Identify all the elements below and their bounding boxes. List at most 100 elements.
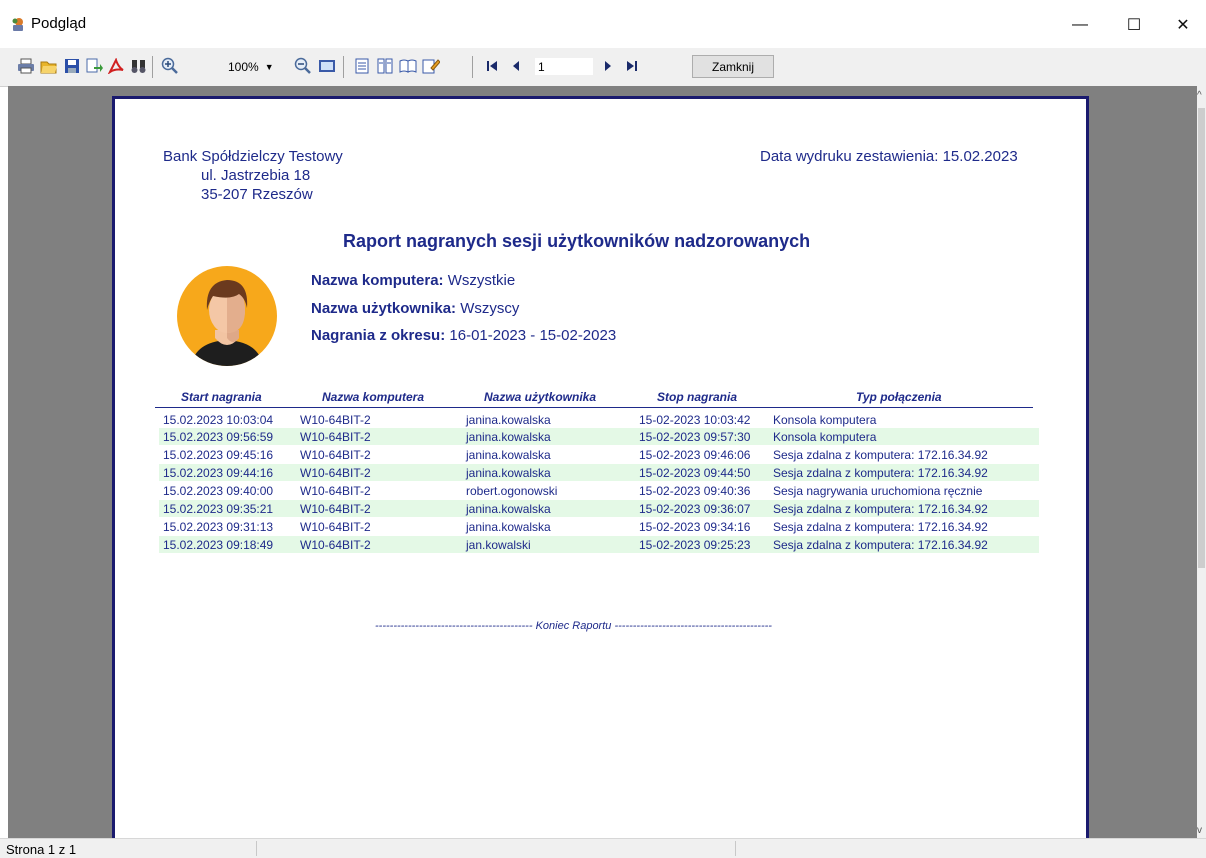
cell-stop: 15-02-2023 09:34:16	[639, 520, 751, 534]
zoom-in-icon[interactable]	[160, 56, 180, 76]
minimize-button[interactable]: —	[1057, 10, 1103, 40]
pdf-icon[interactable]	[106, 56, 126, 76]
cell-type: Sesja zdalna z komputera: 172.16.34.92	[773, 502, 988, 516]
table-row: 15.02.2023 09:35:21 W10-64BIT-2 janina.k…	[159, 500, 1039, 517]
table-row: 15.02.2023 09:31:13 W10-64BIT-2 janina.k…	[159, 518, 1039, 535]
computer-filter: Nazwa komputera: Wszystkie	[311, 272, 515, 289]
cell-type: Sesja zdalna z komputera: 172.16.34.92	[773, 538, 988, 552]
period-value: 16-01-2023 - 15-02-2023	[449, 327, 617, 344]
zoom-select[interactable]: 100% ▼	[228, 58, 286, 76]
table-row: 15.02.2023 09:40:00 W10-64BIT-2 robert.o…	[159, 482, 1039, 499]
close-window-button[interactable]: ✕	[1160, 10, 1206, 40]
user-filter: Nazwa użytkownika: Wszyscy	[311, 300, 519, 317]
table-row: 15.02.2023 09:18:49 W10-64BIT-2 jan.kowa…	[159, 536, 1039, 553]
print-icon[interactable]	[16, 56, 36, 76]
user-value: Wszyscy	[460, 300, 520, 317]
book-view-icon[interactable]	[398, 56, 418, 76]
cell-user: robert.ogonowski	[466, 484, 558, 498]
save-icon[interactable]	[62, 56, 82, 76]
window-title: Podgląd	[31, 15, 87, 32]
table-row: 15.02.2023 09:56:59 W10-64BIT-2 janina.k…	[159, 428, 1039, 445]
first-page-icon[interactable]	[482, 56, 502, 76]
user-label: Nazwa użytkownika:	[311, 300, 457, 317]
cell-start: 15.02.2023 09:40:00	[163, 484, 274, 498]
bank-name: Bank Spółdzielczy Testowy	[163, 148, 343, 165]
toolbar-separator	[343, 56, 344, 78]
end-of-report: ----------------------------------------…	[375, 620, 772, 632]
column-header-computer: Nazwa komputera	[322, 390, 425, 404]
edit-icon[interactable]	[421, 56, 441, 76]
header-divider	[155, 407, 1033, 408]
cell-type: Konsola komputera	[773, 430, 877, 444]
zoom-value: 100%	[228, 60, 259, 74]
cell-user: jan.kowalski	[466, 538, 531, 552]
cell-user: janina.kowalska	[466, 520, 551, 534]
toolbar-separator	[472, 56, 473, 78]
toolbar: 100% ▼	[0, 48, 1206, 87]
table-row: 15.02.2023 09:44:16 W10-64BIT-2 janina.k…	[159, 464, 1039, 481]
cell-start: 15.02.2023 09:31:13	[163, 520, 274, 534]
vertical-scrollbar[interactable]: ^ v	[1197, 86, 1206, 838]
chevron-down-icon: ▼	[264, 62, 274, 72]
bank-street: ul. Jastrzebia 18	[201, 167, 311, 184]
status-divider	[735, 841, 736, 856]
scroll-down-icon[interactable]: v	[1197, 825, 1202, 836]
cell-type: Sesja zdalna z komputera: 172.16.34.92	[773, 448, 988, 462]
cell-type: Sesja zdalna z komputera: 172.16.34.92	[773, 520, 988, 534]
cell-stop: 15-02-2023 09:44:50	[639, 466, 751, 480]
cell-start: 15.02.2023 09:45:16	[163, 448, 274, 462]
cell-computer: W10-64BIT-2	[300, 466, 371, 480]
period-label: Nagrania z okresu:	[311, 327, 446, 344]
maximize-icon: ☐	[1126, 17, 1142, 34]
page-info: Strona 1 z 1	[6, 842, 77, 857]
status-bar: Strona 1 z 1	[0, 838, 1206, 858]
scrollbar-thumb[interactable]	[1198, 108, 1205, 568]
last-page-icon[interactable]	[622, 56, 642, 76]
next-page-icon[interactable]	[598, 56, 618, 76]
print-date: Data wydruku zestawienia: 15.02.2023	[760, 148, 1018, 165]
cell-computer: W10-64BIT-2	[300, 484, 371, 498]
column-header-type: Typ połączenia	[856, 390, 942, 404]
cell-computer: W10-64BIT-2	[300, 413, 371, 427]
cell-stop: 15-02-2023 09:36:07	[639, 502, 751, 516]
cell-stop: 15-02-2023 09:57:30	[639, 430, 751, 444]
close-icon: ✕	[1176, 17, 1190, 34]
fit-page-icon[interactable]	[317, 56, 337, 76]
find-icon[interactable]	[129, 56, 149, 76]
cell-stop: 15-02-2023 10:03:42	[639, 413, 751, 427]
cell-computer: W10-64BIT-2	[300, 430, 371, 444]
cell-type: Konsola komputera	[773, 413, 877, 427]
two-pages-icon[interactable]	[375, 56, 395, 76]
cell-computer: W10-64BIT-2	[300, 502, 371, 516]
cell-start: 15.02.2023 09:56:59	[163, 430, 274, 444]
cell-type: Sesja nagrywania uruchomiona ręcznie	[773, 484, 983, 498]
status-divider	[256, 841, 257, 856]
computer-label: Nazwa komputera:	[311, 272, 444, 289]
cell-stop: 15-02-2023 09:40:36	[639, 484, 751, 498]
title-bar: Podgląd — ☐ ✕	[0, 0, 1206, 48]
minimize-icon: —	[1072, 16, 1088, 33]
column-header-start: Start nagrania	[181, 390, 262, 404]
cell-start: 15.02.2023 09:18:49	[163, 538, 274, 552]
page-number-input[interactable]	[535, 58, 593, 75]
maximize-button[interactable]: ☐	[1111, 10, 1157, 40]
open-icon[interactable]	[39, 56, 59, 76]
cell-start: 15.02.2023 09:35:21	[163, 502, 274, 516]
prev-page-icon[interactable]	[506, 56, 526, 76]
cell-start: 15.02.2023 10:03:04	[163, 413, 274, 427]
cell-user: janina.kowalska	[466, 466, 551, 480]
bank-city: 35-207 Rzeszów	[201, 186, 313, 203]
scroll-up-icon[interactable]: ^	[1197, 90, 1202, 101]
cell-start: 15.02.2023 09:44:16	[163, 466, 274, 480]
zoom-out-icon[interactable]	[293, 56, 313, 76]
table-row: 15.02.2023 10:03:04 W10-64BIT-2 janina.k…	[159, 411, 1039, 428]
cell-user: janina.kowalska	[466, 448, 551, 462]
single-page-icon[interactable]	[352, 56, 372, 76]
export-icon[interactable]	[84, 56, 104, 76]
cell-user: janina.kowalska	[466, 413, 551, 427]
user-avatar-icon	[177, 266, 277, 366]
toolbar-separator	[152, 56, 153, 78]
close-report-button[interactable]: Zamknij	[692, 55, 774, 78]
table-row: 15.02.2023 09:45:16 W10-64BIT-2 janina.k…	[159, 446, 1039, 463]
cell-computer: W10-64BIT-2	[300, 520, 371, 534]
